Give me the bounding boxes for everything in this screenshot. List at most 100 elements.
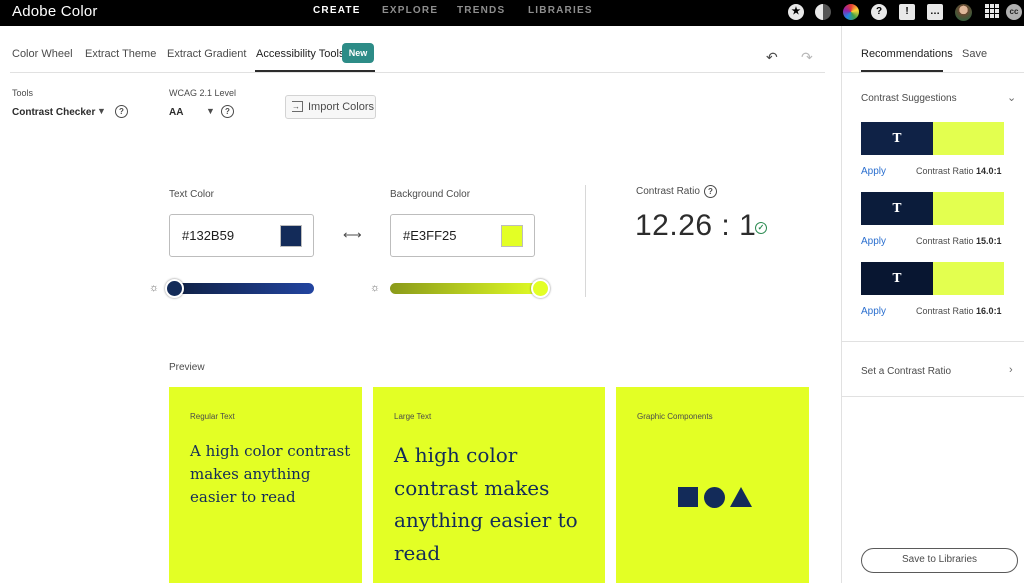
suggestion-background [933, 262, 1004, 295]
tab-recommendations[interactable]: Recommendations [861, 48, 953, 60]
tab-extract-gradient[interactable]: Extract Gradient [167, 48, 246, 60]
text-line: A high color [394, 443, 518, 467]
text-line: anything easier to [394, 508, 578, 532]
suggestion-swatch[interactable]: T [861, 262, 1004, 295]
nav-libraries[interactable]: LIBRARIES [528, 5, 593, 16]
square-shape [678, 487, 698, 507]
swap-icon[interactable]: ⟷ [343, 227, 362, 243]
text-line: read [394, 540, 441, 565]
suggestion-ratio: Contrast Ratio 15.0:1 [916, 236, 1002, 246]
color-wheel-icon[interactable] [843, 4, 859, 20]
preview-card-regular: Regular Text A high color contrast makes… [169, 387, 362, 583]
set-contrast-ratio-link[interactable]: Set a Contrast Ratio [861, 366, 951, 377]
contrast-ratio-label: Contrast Ratio [636, 186, 700, 197]
card-label: Graphic Components [637, 412, 713, 421]
nav-trends[interactable]: TRENDS [457, 5, 505, 16]
tabs-divider [10, 72, 825, 73]
apply-link[interactable]: Apply [861, 306, 886, 317]
import-colors-button[interactable]: → Import Colors [285, 95, 376, 119]
suggestion-background [933, 122, 1004, 155]
suggestion-text-sample: T [861, 122, 933, 155]
ratio-value: 14.0:1 [976, 166, 1002, 176]
creative-cloud-icon[interactable]: cc [1006, 4, 1022, 20]
circle-shape [704, 487, 725, 508]
preview-card-graphic: Graphic Components [616, 387, 809, 583]
tab-color-wheel[interactable]: Color Wheel [12, 48, 73, 60]
background-color-swatch[interactable] [501, 225, 523, 247]
check-circle-icon: ✓ [755, 222, 767, 234]
contrast-ratio-value: 12.26 : 1 [635, 209, 757, 242]
tool-select[interactable]: Contrast Checker [12, 107, 95, 118]
app-grid-icon[interactable] [985, 4, 999, 18]
card-label: Large Text [394, 412, 432, 421]
wcag-label: WCAG 2.1 Level [169, 88, 237, 98]
save-to-libraries-button[interactable]: Save to Libraries [861, 548, 1018, 573]
undo-icon[interactable]: ↶ [766, 49, 778, 66]
background-brightness-slider[interactable] [390, 283, 545, 294]
help-icon[interactable]: ? [221, 105, 234, 118]
brightness-icon: ☼ [370, 282, 381, 294]
chat-icon[interactable]: … [927, 4, 943, 20]
text-brightness-slider[interactable] [169, 283, 314, 294]
suggestion-ratio: Contrast Ratio 16.0:1 [916, 306, 1002, 316]
panel-divider [842, 341, 1024, 342]
tab-save[interactable]: Save [962, 48, 987, 60]
ratio-label: Contrast Ratio [916, 306, 974, 316]
suggestion-text-sample: T [861, 262, 933, 295]
suggestion-swatch[interactable]: T [861, 192, 1004, 225]
brightness-icon: ☼ [149, 282, 160, 294]
chevron-down-icon[interactable]: ▼ [206, 106, 215, 116]
suggestion-background [933, 192, 1004, 225]
suggestion-text-sample: T [861, 192, 933, 225]
help-icon[interactable]: ? [871, 4, 887, 20]
suggestion-swatch[interactable]: T [861, 122, 1004, 155]
suggestion-ratio: Contrast Ratio 14.0:1 [916, 166, 1002, 176]
help-icon[interactable]: ? [115, 105, 128, 118]
tab-extract-theme[interactable]: Extract Theme [85, 48, 156, 60]
background-color-label: Background Color [390, 189, 471, 200]
large-text-sample: A high color contrast makes anything eas… [394, 439, 578, 569]
text-line: makes anything [190, 465, 311, 483]
new-badge: New [342, 43, 374, 63]
tools-label: Tools [12, 88, 34, 98]
theme-toggle-icon[interactable] [815, 4, 831, 20]
wcag-select[interactable]: AA [169, 107, 183, 118]
ratio-value: 16.0:1 [976, 306, 1002, 316]
background-slider-thumb[interactable] [531, 279, 550, 298]
chevron-down-icon[interactable]: ⌄ [1007, 91, 1016, 104]
divider [585, 185, 586, 297]
star-icon[interactable]: ★ [788, 4, 804, 20]
avatar[interactable] [955, 4, 972, 21]
ratio-label: Contrast Ratio [916, 166, 974, 176]
card-label: Regular Text [190, 412, 235, 421]
chevron-down-icon[interactable]: ▼ [97, 106, 106, 116]
feedback-icon[interactable]: ! [899, 4, 915, 20]
ratio-label: Contrast Ratio [916, 236, 974, 246]
text-color-value: #132B59 [182, 228, 235, 243]
help-icon[interactable]: ? [704, 185, 717, 198]
nav-create[interactable]: CREATE [313, 5, 361, 16]
panel-divider [842, 396, 1024, 397]
nav-explore[interactable]: EXPLORE [382, 5, 438, 16]
apply-link[interactable]: Apply [861, 166, 886, 177]
ratio-value: 15.0:1 [976, 236, 1002, 246]
preview-label: Preview [169, 362, 205, 373]
regular-text-sample: A high color contrast makes anything eas… [190, 440, 350, 509]
import-icon: → [292, 101, 303, 112]
redo-icon[interactable]: ↷ [801, 49, 813, 66]
text-slider-thumb[interactable] [165, 279, 184, 298]
triangle-shape [730, 487, 752, 507]
tab-accessibility-tools[interactable]: Accessibility Tools [256, 48, 344, 60]
top-bar: Adobe Color CREATE EXPLORE TRENDS LIBRAR… [0, 0, 1024, 26]
panel-divider [842, 72, 1024, 73]
contrast-suggestions-heading[interactable]: Contrast Suggestions [861, 93, 957, 104]
apply-link[interactable]: Apply [861, 236, 886, 247]
preview-card-large: Large Text A high color contrast makes a… [373, 387, 605, 583]
text-color-label: Text Color [169, 189, 215, 200]
background-color-value: #E3FF25 [403, 228, 457, 243]
import-colors-label: Import Colors [308, 101, 375, 113]
recommendations-panel [841, 26, 1024, 583]
chevron-right-icon[interactable]: › [1009, 364, 1013, 376]
text-line: easier to read [190, 488, 296, 506]
text-color-swatch[interactable] [280, 225, 302, 247]
